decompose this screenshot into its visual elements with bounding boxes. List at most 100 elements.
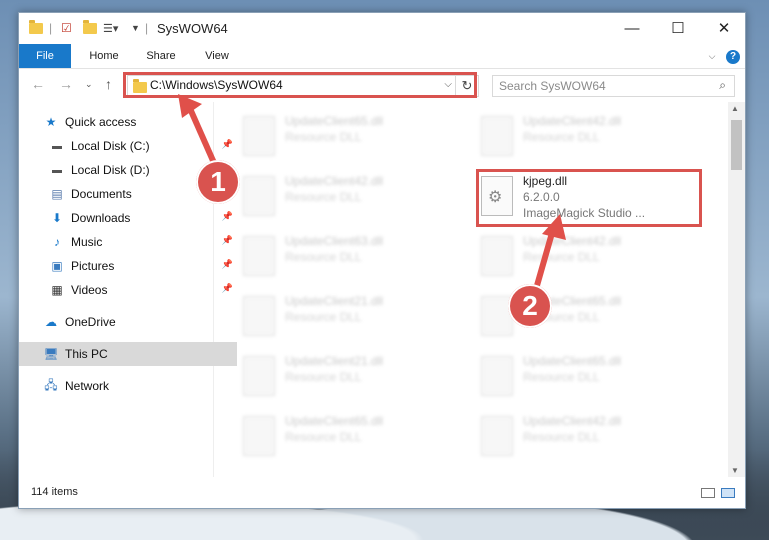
video-icon: ▦: [51, 283, 63, 297]
dll-file-icon: [243, 296, 275, 336]
separator: |: [49, 21, 53, 35]
list-item[interactable]: UpdateClient42.dll Resource DLL: [479, 110, 699, 162]
tab-home[interactable]: Home: [83, 44, 125, 68]
file-description: Resource DLL: [285, 130, 362, 144]
address-row: ← → ⌄ ↑ C:\Windows\SysWOW64 ⌵ ↻ Search S…: [19, 68, 745, 102]
tab-view[interactable]: View: [197, 44, 237, 68]
properties-icon[interactable]: ☑: [61, 19, 72, 37]
drive-icon: ▬: [52, 164, 62, 176]
list-item[interactable]: UpdateClient42.dll Resource DLL: [241, 170, 461, 222]
list-item[interactable]: UpdateClient63.dll Resource DLL: [241, 230, 461, 282]
file-name: UpdateClient65.dll: [285, 414, 384, 428]
maximize-icon[interactable]: ☐: [655, 13, 701, 43]
scroll-down-icon[interactable]: ▼: [731, 466, 739, 475]
dll-file-icon: [243, 176, 275, 216]
file-name: UpdateClient65.dll: [285, 114, 384, 128]
search-icon: ⌕: [719, 78, 726, 92]
minimize-icon[interactable]: —: [609, 13, 655, 43]
tab-share[interactable]: Share: [139, 44, 183, 68]
list-item[interactable]: UpdateClient42.dll Resource DLL: [479, 230, 699, 282]
title-bar: | ☑ ☰▾ ▼ | SysWOW64 — ☐ ✕: [19, 13, 745, 44]
file-name: UpdateClient42.dll: [523, 114, 622, 128]
window-title: SysWOW64: [157, 21, 228, 36]
tab-file[interactable]: File: [19, 44, 71, 68]
scroll-up-icon[interactable]: ▲: [731, 104, 739, 113]
sidebar-item-label: Local Disk (D:): [71, 163, 150, 177]
file-name: UpdateClient21.dll: [285, 294, 384, 308]
sidebar-item-label: This PC: [65, 347, 108, 361]
list-item[interactable]: UpdateClient65.dll Resource DLL: [241, 410, 461, 462]
download-icon: ⬇: [51, 211, 63, 225]
sidebar-item-music[interactable]: ♪ Music 📌: [19, 230, 243, 254]
file-description: Resource DLL: [285, 310, 362, 324]
step-badge-1: 1: [196, 160, 240, 204]
details-view-icon[interactable]: [701, 488, 715, 498]
dll-file-icon: [481, 236, 513, 276]
folder-icon: [29, 19, 43, 37]
sidebar-item-label: Videos: [71, 283, 108, 297]
help-icon[interactable]: ?: [725, 44, 741, 68]
dll-file-icon: [243, 116, 275, 156]
vertical-scrollbar[interactable]: ▲ ▼: [728, 102, 745, 477]
close-icon[interactable]: ✕: [701, 13, 747, 43]
file-list: UpdateClient65.dll Resource DLL UpdateCl…: [217, 102, 727, 477]
large-icons-view-icon[interactable]: [721, 488, 735, 498]
sidebar-item-label: OneDrive: [65, 315, 116, 329]
sidebar-item-label: Music: [71, 235, 103, 249]
customize-toolbar-icon[interactable]: ☰▾: [103, 19, 118, 37]
sidebar-item-onedrive[interactable]: ☁ OneDrive: [19, 310, 237, 334]
search-placeholder: Search SysWOW64: [499, 79, 606, 93]
list-item[interactable]: UpdateClient42.dll Resource DLL: [479, 410, 699, 462]
dll-file-icon: [481, 116, 513, 156]
step-badge-2: 2: [508, 284, 552, 328]
drive-icon: ▬: [52, 140, 62, 152]
document-icon: ▤: [51, 187, 63, 201]
music-icon: ♪: [54, 235, 60, 249]
sidebar-item-downloads[interactable]: ⬇ Downloads 📌: [19, 206, 243, 230]
pictures-icon: ▣: [51, 259, 63, 273]
file-name: UpdateClient65.dll: [523, 354, 622, 368]
sidebar-item-network[interactable]: 🖧 Network: [19, 374, 237, 398]
sidebar-item-label: Downloads: [71, 211, 131, 225]
file-description: Resource DLL: [523, 430, 600, 444]
search-input[interactable]: Search SysWOW64 ⌕: [492, 75, 735, 97]
scrollbar-thumb[interactable]: [731, 120, 742, 170]
star-icon: ★: [45, 115, 57, 129]
dll-file-icon: [243, 356, 275, 396]
sidebar-item-this-pc[interactable]: 🖥 This PC: [19, 342, 237, 366]
list-item[interactable]: UpdateClient21.dll Resource DLL: [241, 290, 461, 342]
list-item[interactable]: UpdateClient65.dll Resource DLL: [479, 350, 699, 402]
sidebar-item-pictures[interactable]: ▣ Pictures 📌: [19, 254, 243, 278]
list-item[interactable]: UpdateClient21.dll Resource DLL: [241, 350, 461, 402]
sidebar-item-label: Documents: [71, 187, 132, 201]
sidebar-item-videos[interactable]: ▦ Videos 📌: [19, 278, 243, 302]
computer-icon: 🖥: [43, 347, 59, 361]
dll-file-icon: [481, 356, 513, 396]
dll-file-icon: [243, 236, 275, 276]
file-description: Resource DLL: [285, 190, 362, 204]
sidebar-item-label: Network: [65, 379, 110, 393]
file-name: UpdateClient42.dll: [523, 414, 622, 428]
up-icon[interactable]: ↑: [105, 76, 112, 92]
sidebar-item-label: Quick access: [65, 115, 137, 129]
dll-file-icon: [243, 416, 275, 456]
sidebar-item-label: Pictures: [71, 259, 115, 273]
forward-icon[interactable]: →: [59, 76, 73, 92]
file-explorer-window: | ☑ ☰▾ ▼ | SysWOW64 — ☐ ✕ File Home Shar…: [18, 12, 746, 509]
item-count: 114 items: [31, 486, 78, 498]
recent-locations-icon[interactable]: ⌄: [85, 79, 93, 90]
expand-ribbon-icon[interactable]: ⌵: [705, 44, 719, 68]
chevron-down-icon[interactable]: ▼: [131, 19, 140, 37]
ribbon-tabs: File Home Share View ⌵ ?: [19, 44, 745, 69]
file-description: Resource DLL: [285, 370, 362, 384]
new-folder-icon[interactable]: [83, 19, 97, 37]
file-name: UpdateClient21.dll: [285, 354, 384, 368]
list-item[interactable]: UpdateClient65.dll Resource DLL: [241, 110, 461, 162]
back-icon[interactable]: ←: [31, 76, 45, 92]
network-icon: 🖧: [44, 377, 58, 392]
cloud-icon: ☁: [45, 315, 57, 329]
separator: |: [145, 21, 149, 35]
file-description: Resource DLL: [285, 430, 362, 444]
file-description: Resource DLL: [523, 370, 600, 384]
file-name: UpdateClient63.dll: [285, 234, 384, 248]
